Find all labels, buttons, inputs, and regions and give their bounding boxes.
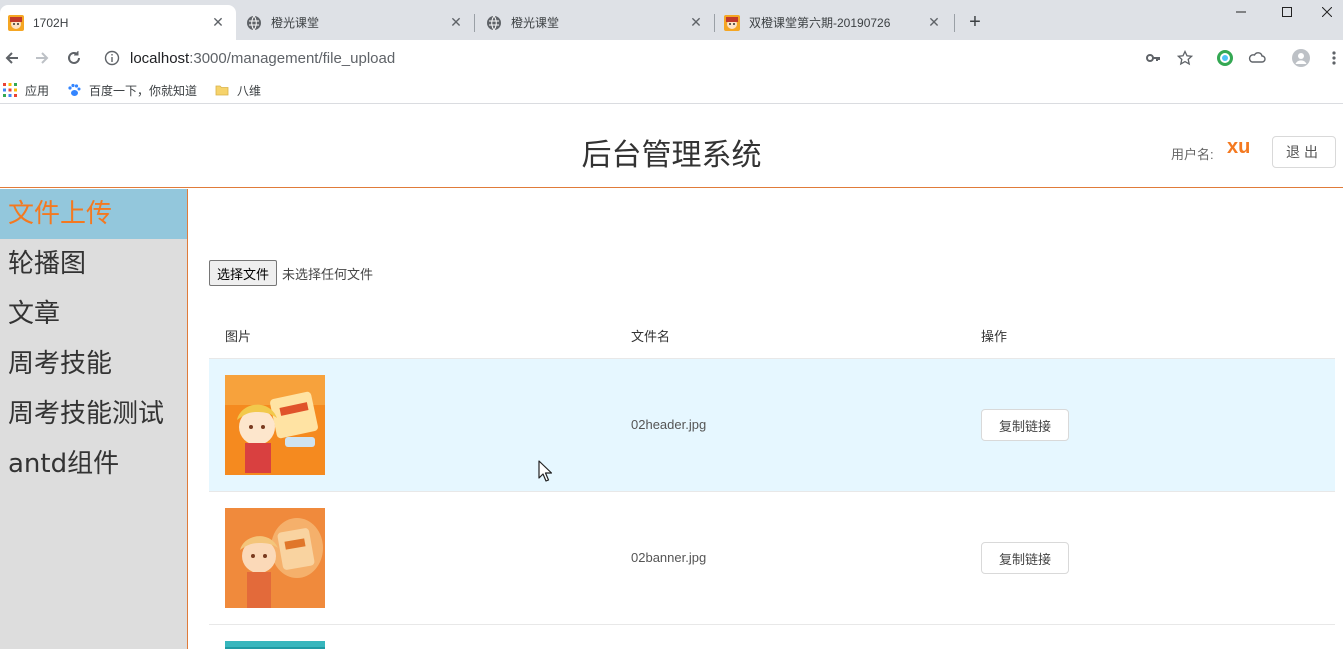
app-header: 后台管理系统 用户名: xu 退出 xyxy=(0,108,1343,188)
extension-green-icon[interactable] xyxy=(1216,49,1234,67)
logout-button[interactable]: 退出 xyxy=(1272,136,1336,168)
main-content: 选择文件 未选择任何文件 图片 文件名 操作 02header.jpg 复制链接… xyxy=(189,189,1343,649)
maximize-icon xyxy=(1282,7,1292,17)
file-name: 02header.jpg xyxy=(631,417,707,432)
close-icon[interactable]: ✕ xyxy=(210,14,226,31)
sidebar-item-carousel[interactable]: 轮播图 xyxy=(0,239,187,289)
key-icon[interactable] xyxy=(1144,49,1162,67)
close-icon[interactable]: ✕ xyxy=(926,14,942,31)
profile-avatar-icon[interactable] xyxy=(1292,49,1310,67)
window-close-button[interactable] xyxy=(1304,0,1343,24)
browser-toolbar: localhost:3000/management/file_upload xyxy=(0,40,1343,76)
url-host: localhost xyxy=(130,49,190,67)
baidu-paw-icon xyxy=(66,82,82,98)
mouse-pointer-icon xyxy=(538,460,552,482)
tab-separator xyxy=(954,14,955,32)
sidebar-item-file-upload[interactable]: 文件上传 xyxy=(0,189,187,239)
tab-separator xyxy=(474,14,475,32)
bookmark-bawei[interactable]: 八维 xyxy=(214,81,261,99)
table-header: 图片 文件名 操作 xyxy=(209,311,1335,359)
table-row[interactable] xyxy=(209,625,1335,649)
info-icon xyxy=(104,50,120,66)
column-header-actions: 操作 xyxy=(981,329,1008,344)
back-button[interactable] xyxy=(0,46,24,70)
extension-cloud-icon[interactable] xyxy=(1248,49,1266,67)
tab-title: 橙光课堂 xyxy=(271,16,320,30)
username-value: xu xyxy=(1227,136,1251,158)
sidebar-item-weekly-skills-test[interactable]: 周考技能测试 xyxy=(0,389,187,439)
address-bar[interactable]: localhost:3000/management/file_upload xyxy=(104,44,395,72)
sidebar-item-articles[interactable]: 文章 xyxy=(0,289,187,339)
anime-avatar-icon xyxy=(724,14,740,31)
choose-file-button[interactable]: 选择文件 xyxy=(209,260,278,286)
bookmark-label: 百度一下，你就知道 xyxy=(89,83,198,98)
browser-tab-bar: 1702H ✕ 橙光课堂 ✕ 橙光课堂 ✕ 双橙课堂第六期-20190726 ✕… xyxy=(0,0,1343,40)
tab-shuangcheng[interactable]: 双橙课堂第六期-20190726 ✕ xyxy=(716,5,952,40)
close-icon[interactable]: ✕ xyxy=(688,14,704,31)
minimize-icon xyxy=(1236,11,1246,13)
menu-more-icon[interactable] xyxy=(1325,49,1343,67)
files-table: 图片 文件名 操作 02header.jpg 复制链接 02banner.jpg… xyxy=(209,311,1335,649)
close-icon[interactable]: ✕ xyxy=(448,14,464,31)
copy-link-button[interactable]: 复制链接 xyxy=(981,542,1069,574)
file-thumbnail xyxy=(225,508,325,608)
tab-title: 1702H xyxy=(33,15,69,30)
copy-link-button[interactable]: 复制链接 xyxy=(981,409,1069,441)
tab-title: 双橙课堂第六期-20190726 xyxy=(749,16,891,30)
sidebar-menu: 文件上传 轮播图 文章 周考技能 周考技能测试 antd组件 xyxy=(0,189,188,649)
arrow-left-icon xyxy=(5,52,18,64)
tab-title: 橙光课堂 xyxy=(511,16,560,30)
globe-icon xyxy=(247,15,261,30)
reload-button[interactable] xyxy=(62,46,86,70)
bookmark-baidu[interactable]: 百度一下，你就知道 xyxy=(66,81,197,99)
bookmark-apps[interactable]: 应用 xyxy=(2,81,49,99)
globe-icon xyxy=(487,15,501,30)
arrow-right-icon xyxy=(36,52,49,64)
url-path: :3000/management/file_upload xyxy=(189,49,396,67)
folder-icon xyxy=(214,82,230,98)
sidebar-item-antd-components[interactable]: antd组件 xyxy=(0,439,187,489)
sidebar-item-weekly-skills[interactable]: 周考技能 xyxy=(0,339,187,389)
minimize-button[interactable] xyxy=(1218,0,1264,24)
bookmark-label: 八维 xyxy=(237,83,262,98)
close-icon xyxy=(1322,7,1332,17)
forward-button[interactable] xyxy=(30,46,54,70)
column-header-image: 图片 xyxy=(225,329,252,344)
tab-1702h[interactable]: 1702H ✕ xyxy=(0,5,236,40)
file-name: 02banner.jpg xyxy=(631,550,707,565)
new-tab-button[interactable]: + xyxy=(964,11,986,33)
page-title: 后台管理系统 xyxy=(581,138,762,173)
star-icon[interactable] xyxy=(1176,49,1194,67)
tab-chengguang-1[interactable]: 橙光课堂 ✕ xyxy=(238,5,474,40)
table-row[interactable]: 02header.jpg 复制链接 xyxy=(209,359,1335,492)
tab-separator xyxy=(714,14,715,32)
tab-chengguang-2[interactable]: 橙光课堂 ✕ xyxy=(478,5,714,40)
column-header-filename: 文件名 xyxy=(631,329,671,344)
anime-avatar-icon xyxy=(8,14,24,31)
apps-grid-icon xyxy=(2,82,18,98)
username-label: 用户名: xyxy=(1171,147,1214,162)
table-row[interactable]: 02banner.jpg 复制链接 xyxy=(209,492,1335,625)
bookmarks-bar: 应用 百度一下，你就知道 八维 xyxy=(0,76,1343,104)
file-thumbnail xyxy=(225,641,325,649)
file-thumbnail xyxy=(225,375,325,475)
bookmark-label: 应用 xyxy=(25,83,50,98)
file-upload-input: 选择文件 未选择任何文件 xyxy=(209,260,373,286)
file-status-text: 未选择任何文件 xyxy=(282,266,374,282)
reload-icon xyxy=(68,51,80,64)
